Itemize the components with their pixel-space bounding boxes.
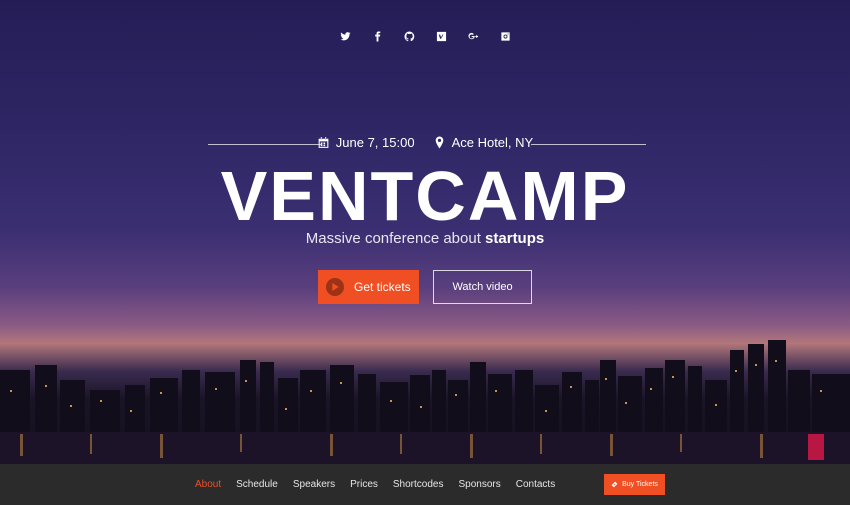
event-date-text: June 7, 15:00	[335, 135, 415, 150]
event-meta: June 7, 15:00 Ace Hotel, NY	[0, 135, 850, 155]
ticket-icon	[611, 481, 618, 488]
get-tickets-label: Get tickets	[354, 280, 411, 294]
play-icon	[326, 278, 344, 296]
twitter-icon[interactable]	[337, 28, 353, 44]
nav-item-speakers[interactable]: Speakers	[293, 479, 335, 490]
social-links	[0, 28, 850, 44]
watch-video-button[interactable]: Watch video	[433, 270, 532, 304]
hero-buttons: Get tickets Watch video	[0, 270, 850, 304]
event-date: June 7, 15:00	[317, 135, 415, 150]
city-skyline-image	[0, 340, 850, 464]
nav-item-shortcodes[interactable]: Shortcodes	[393, 479, 444, 490]
event-location-text: Ace Hotel, NY	[451, 135, 534, 150]
get-tickets-button[interactable]: Get tickets	[318, 270, 419, 304]
calendar-icon	[318, 137, 329, 148]
main-nav: About Schedule Speakers Prices Shortcode…	[0, 464, 850, 505]
event-location: Ace Hotel, NY	[433, 135, 534, 150]
map-pin-icon	[435, 136, 443, 149]
vimeo-icon[interactable]	[433, 28, 449, 44]
google-plus-icon[interactable]	[465, 28, 481, 44]
nav-item-sponsors[interactable]: Sponsors	[458, 479, 500, 490]
nav-item-prices[interactable]: Prices	[350, 479, 378, 490]
nav-item-about[interactable]: About	[195, 479, 221, 490]
watch-video-label: Watch video	[452, 281, 513, 293]
github-icon[interactable]	[401, 28, 417, 44]
facebook-icon[interactable]	[369, 28, 385, 44]
tagline-prefix: Massive conference about	[305, 230, 486, 247]
hero-section: June 7, 15:00 Ace Hotel, NY VENTCAMP Mas…	[0, 0, 850, 464]
nav-item-contacts[interactable]: Contacts	[516, 479, 555, 490]
buy-tickets-button[interactable]: Buy Tickets	[604, 474, 665, 495]
buy-tickets-label: Buy Tickets	[622, 481, 658, 488]
tagline-highlight: startups	[485, 230, 545, 247]
event-tagline: Massive conference about startups	[0, 230, 850, 247]
event-title: VENTCAMP	[220, 157, 630, 235]
nav-item-schedule[interactable]: Schedule	[236, 479, 278, 490]
instagram-icon[interactable]	[497, 28, 513, 44]
